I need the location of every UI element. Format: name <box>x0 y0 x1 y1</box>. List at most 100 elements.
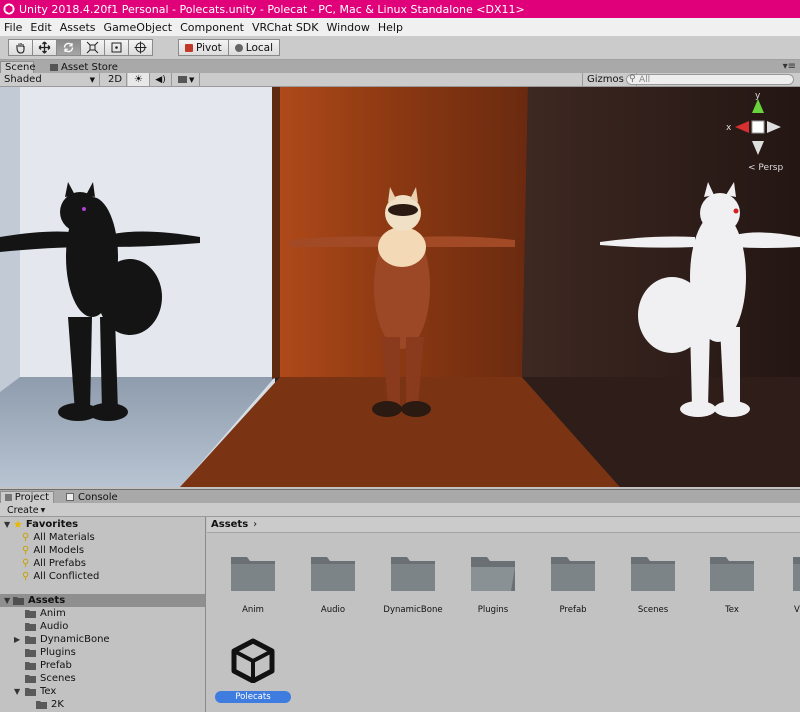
tree-item-plugins[interactable]: Plugins <box>25 646 76 659</box>
asset-folder-partial[interactable]: V <box>773 553 800 615</box>
projection-toggle[interactable]: < Persp <box>748 163 783 173</box>
asset-folder-anim[interactable]: Anim <box>214 553 292 615</box>
rotate-tool-button[interactable] <box>56 39 81 56</box>
search-icon: ⚲ <box>22 545 30 556</box>
pivot-button[interactable]: Pivot <box>178 39 229 56</box>
tab-scene[interactable]: Scene <box>0 61 36 73</box>
gizmo-y-label: y <box>755 91 761 101</box>
menu-component[interactable]: Component <box>176 21 248 34</box>
project-folder-icon <box>5 494 12 501</box>
effects-dropdown[interactable]: ▼ <box>174 73 200 86</box>
lighting-toggle-button[interactable]: ☀ <box>128 73 150 86</box>
asset-label: Prefab <box>559 605 587 615</box>
folder-icon <box>551 557 595 591</box>
favorite-all-prefabs[interactable]: ⚲ All Prefabs <box>22 557 86 570</box>
tree-item-anim[interactable]: Anim <box>25 607 66 620</box>
rect-tool-button[interactable] <box>104 39 129 56</box>
pivot-icon <box>185 43 193 52</box>
gizmos-label: Gizmos <box>587 74 624 85</box>
favorite-all-materials[interactable]: ⚲ All Materials <box>22 531 95 544</box>
transform-tool-button[interactable] <box>128 39 153 56</box>
audio-toggle-button[interactable]: ◀) <box>150 73 172 86</box>
menu-gameobject[interactable]: GameObject <box>100 21 177 34</box>
scene-search-input[interactable]: ⚲ All <box>626 74 794 85</box>
tree-item-prefab[interactable]: Prefab <box>25 659 72 672</box>
folder-icon <box>391 557 435 591</box>
tree-item-label: Tex <box>40 686 57 697</box>
folder-icon <box>25 649 36 657</box>
tab-project[interactable]: Project <box>0 491 54 503</box>
asset-folder-tex[interactable]: Tex <box>693 553 771 615</box>
local-button[interactable]: Local <box>227 39 280 56</box>
local-globe-icon <box>234 43 243 52</box>
tab-console-label: Console <box>78 491 118 503</box>
tree-item-audio[interactable]: Audio <box>25 620 68 633</box>
tree-item-2k[interactable]: 2K <box>36 698 64 711</box>
tab-console[interactable]: Console <box>62 491 122 503</box>
asset-folder-plugins[interactable]: Plugins <box>454 553 532 615</box>
menu-edit[interactable]: Edit <box>26 21 55 34</box>
tree-item-scenes[interactable]: Scenes <box>25 672 76 685</box>
2d-toggle-button[interactable]: 2D <box>104 73 128 86</box>
transform-combined-icon <box>134 41 147 54</box>
assets-root[interactable]: ▼ Assets <box>0 594 205 607</box>
pivot-toggle-group: Pivot Local <box>178 39 280 56</box>
chevron-down-icon: ▼ <box>4 596 11 605</box>
folder-icon <box>13 597 24 605</box>
asset-folder-dynamicbone[interactable]: DynamicBone <box>374 553 452 615</box>
scale-tool-button[interactable] <box>80 39 105 56</box>
create-dropdown[interactable]: Create ▼ <box>4 504 48 516</box>
image-effects-icon <box>178 76 187 83</box>
folder-icon <box>793 557 800 591</box>
rect-transform-icon <box>111 42 122 53</box>
scene-viewport[interactable]: y x < Persp <box>0 87 800 487</box>
chevron-down-icon: ▼ <box>4 520 11 529</box>
move-tool-button[interactable] <box>32 39 57 56</box>
menu-window[interactable]: Window <box>323 21 374 34</box>
asset-folder-scenes[interactable]: Scenes <box>614 553 692 615</box>
chevron-down-icon: ▼ <box>14 687 21 696</box>
window-title: Unity 2018.4.20f1 Personal - Polecats.un… <box>19 2 525 16</box>
tab-asset-store[interactable]: Asset Store <box>46 61 122 73</box>
tree-item-tex[interactable]: ▼ Tex <box>14 685 56 698</box>
window-titlebar: Unity 2018.4.20f1 Personal - Polecats.un… <box>0 0 800 18</box>
local-label: Local <box>245 41 273 54</box>
favorite-all-models[interactable]: ⚲ All Models <box>22 544 84 557</box>
asset-folder-audio[interactable]: Audio <box>294 553 372 615</box>
scene-view-toolbar: Shaded ▼ 2D ☀ ◀) ▼ Gizmos ▼ ⚲ All <box>0 73 800 87</box>
unity-logo-icon <box>3 3 15 15</box>
shading-mode-label: Shaded <box>4 74 42 85</box>
chevron-left-icon: < <box>748 163 756 173</box>
asset-folder-prefab[interactable]: Prefab <box>534 553 612 615</box>
favorite-all-conflicted[interactable]: ⚲ All Conflicted <box>22 570 99 583</box>
tab-asset-store-label: Asset Store <box>61 61 118 73</box>
projection-label: Persp <box>758 163 784 173</box>
tab-scene-label: Scene <box>5 62 36 73</box>
hand-icon <box>16 43 25 54</box>
menu-file[interactable]: File <box>0 21 26 34</box>
tree-item-dynamicbone[interactable]: ▶ DynamicBone <box>14 633 110 646</box>
menu-help[interactable]: Help <box>374 21 407 34</box>
shading-mode-dropdown[interactable]: Shaded ▼ <box>0 73 100 86</box>
favorites-label: Favorites <box>25 519 79 530</box>
folder-icon <box>231 557 275 591</box>
menu-vrchat-sdk[interactable]: VRChat SDK <box>248 21 323 34</box>
breadcrumb-assets[interactable]: Assets <box>211 519 248 530</box>
favorite-label: All Models <box>33 545 85 556</box>
sun-icon: ☀ <box>134 74 143 85</box>
folder-icon <box>25 636 36 644</box>
folder-icon <box>25 610 36 618</box>
breadcrumb: Assets › <box>207 517 800 533</box>
favorites-header[interactable]: ▼ ★ Favorites <box>4 518 78 531</box>
hand-tool-button[interactable] <box>8 39 33 56</box>
tree-item-label: Anim <box>40 608 66 619</box>
tab-menu-icon[interactable]: ▾≡ <box>783 61 796 72</box>
scene-search-placeholder: All <box>639 74 651 85</box>
asset-scene-polecats[interactable]: Polecats <box>215 637 291 703</box>
asset-label: Plugins <box>477 605 509 615</box>
search-icon: ⚲ <box>22 532 30 543</box>
search-icon: ⚲ <box>629 74 636 84</box>
menu-assets[interactable]: Assets <box>56 21 100 34</box>
pivot-label: Pivot <box>196 41 222 54</box>
asset-browser-panel: Assets › Anim Audio DynamicBone Plugins … <box>207 517 800 712</box>
